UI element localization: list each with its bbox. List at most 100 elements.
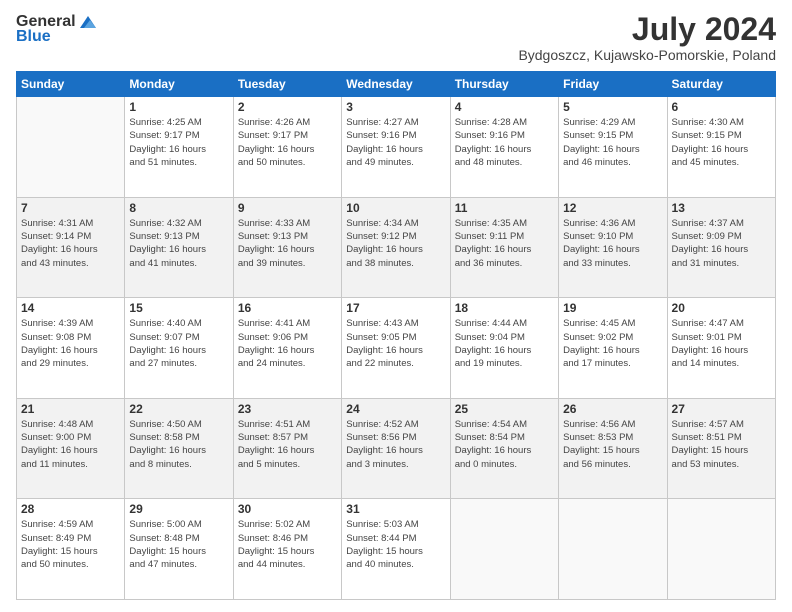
day-number: 10 bbox=[346, 201, 445, 215]
table-row: 17 Sunrise: 4:43 AM Sunset: 9:05 PM Dayli… bbox=[342, 298, 450, 399]
day-info: Sunrise: 5:00 AM Sunset: 8:48 PM Dayligh… bbox=[129, 518, 228, 571]
logo-blue: Blue bbox=[16, 28, 51, 46]
day-info: Sunrise: 4:28 AM Sunset: 9:16 PM Dayligh… bbox=[455, 116, 554, 169]
calendar-row-3: 21 Sunrise: 4:48 AM Sunset: 9:00 PM Dayli… bbox=[17, 398, 776, 499]
day-info: Sunrise: 4:30 AM Sunset: 9:15 PM Dayligh… bbox=[672, 116, 771, 169]
day-info: Sunrise: 4:47 AM Sunset: 9:01 PM Dayligh… bbox=[672, 317, 771, 370]
day-number: 3 bbox=[346, 100, 445, 114]
table-row: 12Sunrise: 4:36 AM Sunset: 9:10 PM Dayli… bbox=[559, 197, 667, 298]
day-info: Sunrise: 4:51 AM Sunset: 8:57 PM Dayligh… bbox=[238, 418, 337, 471]
day-number: 11 bbox=[455, 201, 554, 215]
table-row bbox=[17, 97, 125, 198]
table-row: 28Sunrise: 4:59 AM Sunset: 8:49 PM Dayli… bbox=[17, 499, 125, 600]
day-number: 29 bbox=[129, 502, 228, 516]
day-number: 6 bbox=[672, 100, 771, 114]
table-row: 21 Sunrise: 4:48 AM Sunset: 9:00 PM Dayli… bbox=[17, 398, 125, 499]
table-row: 10 Sunrise: 4:34 AM Sunset: 9:12 PM Dayli… bbox=[342, 197, 450, 298]
table-row: 27 Sunrise: 4:57 AM Sunset: 8:51 PM Dayli… bbox=[667, 398, 775, 499]
col-wednesday: Wednesday bbox=[342, 72, 450, 97]
table-row: 24 Sunrise: 4:52 AM Sunset: 8:56 PM Dayli… bbox=[342, 398, 450, 499]
day-info: Sunrise: 4:27 AM Sunset: 9:16 PM Dayligh… bbox=[346, 116, 445, 169]
table-row: 22Sunrise: 4:50 AM Sunset: 8:58 PM Dayli… bbox=[125, 398, 233, 499]
header: General Blue July 2024 Bydgoszcz, Kujaws… bbox=[16, 12, 776, 63]
calendar-row-2: 14Sunrise: 4:39 AM Sunset: 9:08 PM Dayli… bbox=[17, 298, 776, 399]
table-row: 15 Sunrise: 4:40 AM Sunset: 9:07 PM Dayli… bbox=[125, 298, 233, 399]
day-number: 27 bbox=[672, 402, 771, 416]
day-info: Sunrise: 4:40 AM Sunset: 9:07 PM Dayligh… bbox=[129, 317, 228, 370]
day-info: Sunrise: 4:56 AM Sunset: 8:53 PM Dayligh… bbox=[563, 418, 662, 471]
day-number: 15 bbox=[129, 301, 228, 315]
main-title: July 2024 bbox=[518, 12, 776, 47]
col-sunday: Sunday bbox=[17, 72, 125, 97]
table-row: 18 Sunrise: 4:44 AM Sunset: 9:04 PM Dayli… bbox=[450, 298, 558, 399]
day-info: Sunrise: 4:34 AM Sunset: 9:12 PM Dayligh… bbox=[346, 217, 445, 270]
calendar-table: Sunday Monday Tuesday Wednesday Thursday… bbox=[16, 71, 776, 600]
subtitle: Bydgoszcz, Kujawsko-Pomorskie, Poland bbox=[518, 47, 776, 63]
table-row: 14Sunrise: 4:39 AM Sunset: 9:08 PM Dayli… bbox=[17, 298, 125, 399]
table-row: 23 Sunrise: 4:51 AM Sunset: 8:57 PM Dayli… bbox=[233, 398, 341, 499]
col-thursday: Thursday bbox=[450, 72, 558, 97]
calendar-row-1: 7 Sunrise: 4:31 AM Sunset: 9:14 PM Daylig… bbox=[17, 197, 776, 298]
table-row: 1 Sunrise: 4:25 AM Sunset: 9:17 PM Daylig… bbox=[125, 97, 233, 198]
day-number: 13 bbox=[672, 201, 771, 215]
table-row: 20 Sunrise: 4:47 AM Sunset: 9:01 PM Dayli… bbox=[667, 298, 775, 399]
day-number: 4 bbox=[455, 100, 554, 114]
logo: General Blue bbox=[16, 12, 98, 46]
day-info: Sunrise: 4:31 AM Sunset: 9:14 PM Dayligh… bbox=[21, 217, 120, 270]
col-monday: Monday bbox=[125, 72, 233, 97]
day-number: 8 bbox=[129, 201, 228, 215]
table-row: 16Sunrise: 4:41 AM Sunset: 9:06 PM Dayli… bbox=[233, 298, 341, 399]
day-info: Sunrise: 4:45 AM Sunset: 9:02 PM Dayligh… bbox=[563, 317, 662, 370]
table-row: 6 Sunrise: 4:30 AM Sunset: 9:15 PM Daylig… bbox=[667, 97, 775, 198]
logo-icon bbox=[78, 12, 98, 32]
day-number: 20 bbox=[672, 301, 771, 315]
table-row: 29 Sunrise: 5:00 AM Sunset: 8:48 PM Dayli… bbox=[125, 499, 233, 600]
day-info: Sunrise: 4:52 AM Sunset: 8:56 PM Dayligh… bbox=[346, 418, 445, 471]
col-tuesday: Tuesday bbox=[233, 72, 341, 97]
day-number: 1 bbox=[129, 100, 228, 114]
table-row: 19 Sunrise: 4:45 AM Sunset: 9:02 PM Dayli… bbox=[559, 298, 667, 399]
table-row: 5 Sunrise: 4:29 AM Sunset: 9:15 PM Daylig… bbox=[559, 97, 667, 198]
day-number: 21 bbox=[21, 402, 120, 416]
day-info: Sunrise: 5:03 AM Sunset: 8:44 PM Dayligh… bbox=[346, 518, 445, 571]
header-row: Sunday Monday Tuesday Wednesday Thursday… bbox=[17, 72, 776, 97]
table-row: 31 Sunrise: 5:03 AM Sunset: 8:44 PM Dayli… bbox=[342, 499, 450, 600]
day-info: Sunrise: 4:25 AM Sunset: 9:17 PM Dayligh… bbox=[129, 116, 228, 169]
day-info: Sunrise: 4:29 AM Sunset: 9:15 PM Dayligh… bbox=[563, 116, 662, 169]
table-row bbox=[667, 499, 775, 600]
table-row: 9Sunrise: 4:33 AM Sunset: 9:13 PM Daylig… bbox=[233, 197, 341, 298]
day-info: Sunrise: 4:35 AM Sunset: 9:11 PM Dayligh… bbox=[455, 217, 554, 270]
day-number: 18 bbox=[455, 301, 554, 315]
table-row: 25 Sunrise: 4:54 AM Sunset: 8:54 PM Dayli… bbox=[450, 398, 558, 499]
table-row: 30Sunrise: 5:02 AM Sunset: 8:46 PM Dayli… bbox=[233, 499, 341, 600]
day-info: Sunrise: 4:36 AM Sunset: 9:10 PM Dayligh… bbox=[563, 217, 662, 270]
table-row bbox=[559, 499, 667, 600]
page: General Blue July 2024 Bydgoszcz, Kujaws… bbox=[0, 0, 792, 612]
col-friday: Friday bbox=[559, 72, 667, 97]
day-number: 31 bbox=[346, 502, 445, 516]
day-number: 23 bbox=[238, 402, 337, 416]
table-row: 13Sunrise: 4:37 AM Sunset: 9:09 PM Dayli… bbox=[667, 197, 775, 298]
day-info: Sunrise: 4:59 AM Sunset: 8:49 PM Dayligh… bbox=[21, 518, 120, 571]
day-number: 17 bbox=[346, 301, 445, 315]
day-info: Sunrise: 4:43 AM Sunset: 9:05 PM Dayligh… bbox=[346, 317, 445, 370]
day-number: 25 bbox=[455, 402, 554, 416]
table-row: 8Sunrise: 4:32 AM Sunset: 9:13 PM Daylig… bbox=[125, 197, 233, 298]
day-info: Sunrise: 4:41 AM Sunset: 9:06 PM Dayligh… bbox=[238, 317, 337, 370]
day-number: 5 bbox=[563, 100, 662, 114]
day-info: Sunrise: 4:33 AM Sunset: 9:13 PM Dayligh… bbox=[238, 217, 337, 270]
day-info: Sunrise: 4:57 AM Sunset: 8:51 PM Dayligh… bbox=[672, 418, 771, 471]
day-number: 22 bbox=[129, 402, 228, 416]
day-info: Sunrise: 4:54 AM Sunset: 8:54 PM Dayligh… bbox=[455, 418, 554, 471]
title-block: July 2024 Bydgoszcz, Kujawsko-Pomorskie,… bbox=[518, 12, 776, 63]
day-number: 24 bbox=[346, 402, 445, 416]
table-row: 2Sunrise: 4:26 AM Sunset: 9:17 PM Daylig… bbox=[233, 97, 341, 198]
table-row: 4 Sunrise: 4:28 AM Sunset: 9:16 PM Daylig… bbox=[450, 97, 558, 198]
day-number: 19 bbox=[563, 301, 662, 315]
day-info: Sunrise: 4:44 AM Sunset: 9:04 PM Dayligh… bbox=[455, 317, 554, 370]
table-row: 26Sunrise: 4:56 AM Sunset: 8:53 PM Dayli… bbox=[559, 398, 667, 499]
day-info: Sunrise: 4:48 AM Sunset: 9:00 PM Dayligh… bbox=[21, 418, 120, 471]
day-info: Sunrise: 4:39 AM Sunset: 9:08 PM Dayligh… bbox=[21, 317, 120, 370]
day-number: 7 bbox=[21, 201, 120, 215]
col-saturday: Saturday bbox=[667, 72, 775, 97]
